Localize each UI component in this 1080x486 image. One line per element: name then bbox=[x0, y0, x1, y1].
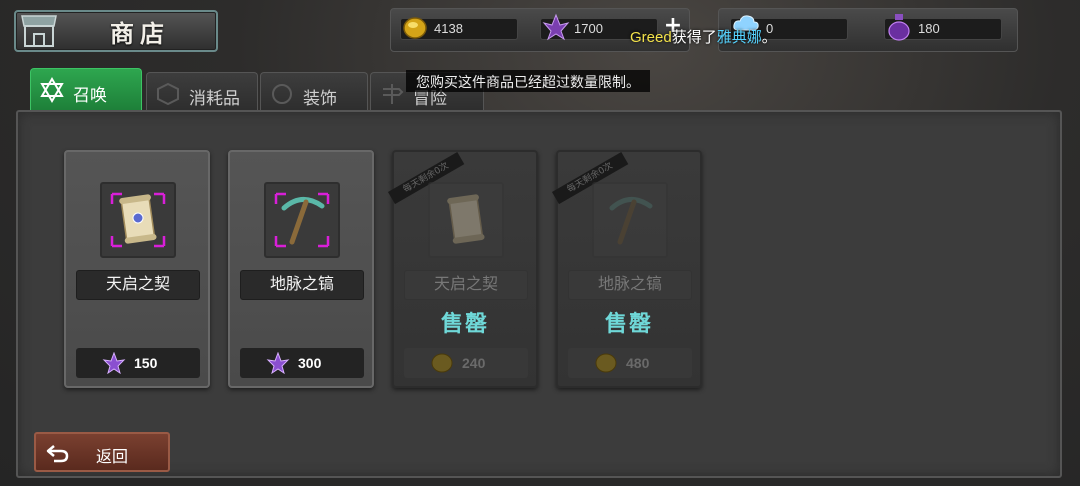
item-icon-frame bbox=[592, 182, 668, 258]
page-title: 商店 bbox=[110, 19, 170, 48]
item-icon-frame bbox=[264, 182, 340, 258]
notice-obtained: 获得了 bbox=[671, 29, 717, 46]
potion-icon bbox=[888, 14, 910, 41]
shop-item-sold-out: 每天剩余0次 天启之契 售罄 240 bbox=[388, 150, 538, 388]
acquisition-notice: Greed获得了雅典娜。 bbox=[630, 26, 777, 47]
item-price: 480 bbox=[568, 348, 692, 378]
sold-out-label: 售罄 bbox=[440, 311, 489, 336]
shop-item-sold-out: 每天剩余0次 地脉之镐 售罄 480 bbox=[552, 150, 702, 388]
shop-icon bbox=[21, 15, 57, 47]
notice-player: Greed bbox=[630, 29, 672, 46]
back-button[interactable]: 返回 bbox=[34, 432, 170, 472]
gold-amount: 4138 bbox=[434, 21, 463, 36]
gold-coin-icon bbox=[403, 17, 427, 39]
sold-out-label: 售罄 bbox=[604, 311, 653, 336]
crystal-icon bbox=[542, 13, 570, 41]
signpost-icon bbox=[383, 84, 404, 104]
item-name: 地脉之镐 bbox=[568, 270, 692, 300]
notice-item: 雅典娜 bbox=[716, 29, 762, 46]
item-price[interactable]: 300 bbox=[240, 348, 364, 378]
crystal-amount: 1700 bbox=[574, 21, 603, 36]
item-icon-frame bbox=[428, 182, 504, 258]
item-price: 240 bbox=[404, 348, 528, 378]
scroll-icon bbox=[447, 194, 485, 244]
item-name: 天启之契 bbox=[76, 270, 200, 300]
item-price[interactable]: 150 bbox=[76, 348, 200, 378]
tab-summon[interactable]: 召唤 bbox=[30, 68, 142, 112]
price-value: 300 bbox=[298, 355, 322, 371]
box-icon bbox=[157, 82, 179, 106]
scroll-icon bbox=[110, 192, 166, 248]
item-name: 天启之契 bbox=[404, 270, 528, 300]
crystal-icon bbox=[266, 352, 290, 374]
gold-coin-icon bbox=[595, 353, 617, 373]
tab-consumables[interactable]: 消耗品 bbox=[146, 72, 258, 112]
tab-label: 召唤 bbox=[73, 86, 107, 105]
shop-item[interactable]: 天启之契 150 bbox=[64, 150, 210, 388]
crystal-icon bbox=[102, 352, 126, 374]
potion-amount: 180 bbox=[918, 21, 940, 36]
return-arrow-icon bbox=[46, 445, 69, 463]
gold-coin-icon bbox=[431, 353, 453, 373]
tab-decorations[interactable]: 装饰 bbox=[260, 72, 368, 112]
tab-label: 消耗品 bbox=[189, 89, 240, 108]
pickaxe-icon bbox=[609, 197, 653, 245]
back-label: 返回 bbox=[96, 449, 129, 466]
item-name: 地脉之镐 bbox=[240, 270, 364, 300]
item-icon-frame bbox=[100, 182, 176, 258]
pickaxe-icon bbox=[274, 192, 330, 248]
shop-item[interactable]: 地脉之镐 300 bbox=[228, 150, 374, 388]
price-value: 480 bbox=[626, 355, 650, 371]
price-value: 150 bbox=[134, 355, 158, 371]
hexagram-icon bbox=[40, 77, 64, 103]
circle-icon bbox=[272, 84, 292, 104]
tab-label: 装饰 bbox=[303, 89, 337, 108]
price-value: 240 bbox=[462, 355, 486, 371]
purchase-limit-notice: 您购买这件商品已经超过数量限制。 bbox=[406, 70, 650, 92]
notice-end: 。 bbox=[761, 29, 777, 46]
